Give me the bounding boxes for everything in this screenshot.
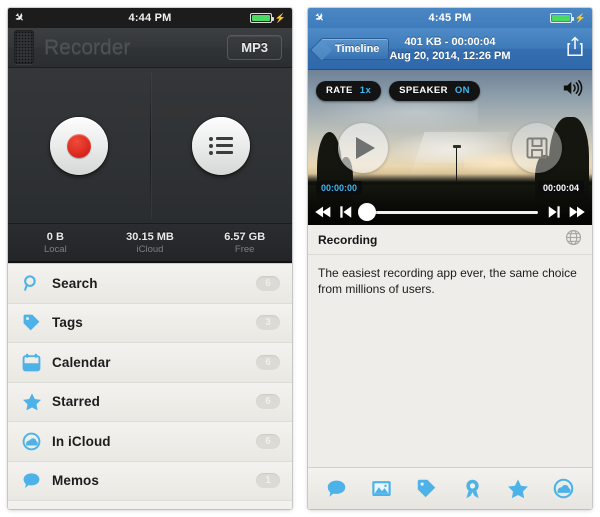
- list-item-label: Search: [52, 275, 98, 291]
- stat-label: Free: [234, 243, 255, 255]
- charging-bolt-icon: ⚡: [574, 12, 586, 23]
- time-labels: 00:00:00 00:00:04: [316, 181, 584, 195]
- record-button[interactable]: [50, 116, 108, 175]
- search-icon: [22, 274, 52, 293]
- list-item-memos[interactable]: Memos 1: [8, 461, 292, 501]
- recorder-header: Recorder MP3: [8, 28, 292, 68]
- calendar-icon: [22, 353, 52, 372]
- skip-forward-icon[interactable]: [568, 205, 586, 219]
- status-badge: 3: [256, 315, 280, 331]
- right-phone-panel: ✈ 4:45 PM ⚡ Timeline 401 KB - 00:00:04 A…: [300, 0, 600, 517]
- status-badge: 1: [256, 473, 280, 489]
- video-player[interactable]: RATE 1x SPEAKER ON 00:00:00 00:00:04: [308, 70, 592, 225]
- navigation-bar: Timeline 401 KB - 00:00:04 Aug 20, 2014,…: [308, 28, 592, 70]
- status-badge: 6: [256, 275, 280, 291]
- left-phone-panel: ✈ 4:44 PM ⚡ Recorder MP3 0 B Local 30.15…: [0, 0, 300, 517]
- page-title: Recorder: [44, 35, 131, 59]
- status-badge: 6: [256, 394, 280, 410]
- list-item-search[interactable]: Search 6: [8, 264, 292, 304]
- recorder-controls: [8, 68, 292, 223]
- rate-value: 1x: [359, 85, 372, 96]
- list-item-label: Starred: [52, 394, 100, 410]
- record-half: [8, 68, 150, 223]
- volume-icon[interactable]: [562, 78, 584, 103]
- stat-icloud: 30.15 MB iCloud: [103, 230, 198, 256]
- speaker-grille-icon: [14, 30, 34, 64]
- status-badge: 6: [256, 354, 280, 370]
- note-body: The easiest recording app ever, the same…: [318, 266, 577, 296]
- speaker-label: SPEAKER: [399, 85, 448, 96]
- stat-value: 6.57 GB: [224, 230, 266, 243]
- note-header: Recording: [308, 225, 592, 255]
- right-screen: ✈ 4:45 PM ⚡ Timeline 401 KB - 00:00:04 A…: [308, 8, 592, 509]
- tab-bar: [308, 467, 592, 509]
- list-half: [150, 68, 292, 223]
- list-button[interactable]: [192, 116, 250, 175]
- battery-icon: [549, 13, 574, 23]
- tag-icon: [22, 313, 52, 332]
- speaker-button[interactable]: SPEAKER ON: [389, 80, 480, 101]
- list-item-calendar[interactable]: Calendar 6: [8, 343, 292, 383]
- format-button[interactable]: MP3: [227, 35, 282, 60]
- list-item-label: In iCloud: [52, 433, 111, 449]
- list-item-photos[interactable]: Photos 6|131: [8, 501, 292, 509]
- star-icon: [22, 392, 52, 412]
- current-time: 00:00:00: [316, 181, 363, 195]
- stat-free: 6.57 GB Free: [197, 230, 292, 256]
- transport-controls: [314, 203, 586, 221]
- tab-photos[interactable]: [371, 478, 392, 499]
- playback-timeline: 00:00:00 00:00:04: [308, 179, 592, 225]
- note-title: Recording: [318, 232, 378, 247]
- stat-value: 30.15 MB: [126, 230, 174, 243]
- stat-label: Local: [43, 243, 67, 255]
- rate-button[interactable]: RATE 1x: [316, 80, 382, 101]
- cloud-icon: [22, 432, 52, 451]
- category-list: Search 6 Tags 3 Calendar 6 Starred 6 In …: [8, 263, 292, 509]
- right-status-bar: ✈ 4:45 PM ⚡: [308, 8, 592, 28]
- storage-stats: 0 B Local 30.15 MB iCloud 6.57 GB Free: [8, 223, 292, 263]
- list-icon: [209, 136, 233, 155]
- progress-slider[interactable]: [358, 203, 538, 221]
- status-badge: 6: [256, 433, 280, 449]
- list-item-label: Calendar: [52, 354, 111, 370]
- screenshot-stage: ✈ 4:44 PM ⚡ Recorder MP3 0 B Local 30.15…: [0, 0, 600, 517]
- status-right: ⚡: [249, 12, 286, 24]
- list-item-label: Memos: [52, 473, 100, 489]
- share-icon[interactable]: [566, 36, 584, 62]
- record-dot-icon: [67, 133, 91, 158]
- tab-memos[interactable]: [326, 478, 347, 499]
- play-triangle-icon: [356, 136, 375, 159]
- stat-value: 0 B: [46, 230, 64, 243]
- skip-back-icon[interactable]: [314, 205, 332, 219]
- step-back-icon[interactable]: [339, 205, 353, 219]
- battery-icon: [249, 13, 274, 23]
- slider-knob[interactable]: [358, 203, 376, 221]
- floppy-save-icon: [526, 137, 548, 158]
- speaker-value: ON: [454, 85, 470, 96]
- stat-local: 0 B Local: [8, 230, 103, 256]
- tab-icloud[interactable]: [553, 478, 574, 499]
- total-time: 00:00:04: [537, 181, 584, 195]
- tab-starred[interactable]: [507, 478, 529, 500]
- player-options: RATE 1x SPEAKER ON: [316, 78, 584, 103]
- list-item-in-icloud[interactable]: In iCloud 6: [8, 422, 292, 462]
- globe-icon[interactable]: [565, 229, 582, 251]
- note-section: Recording The easiest recording app ever…: [308, 225, 592, 467]
- charging-bolt-icon: ⚡: [274, 12, 286, 23]
- memo-icon: [22, 471, 52, 490]
- tab-tags[interactable]: [416, 478, 437, 499]
- list-item-tags[interactable]: Tags 3: [8, 303, 292, 343]
- list-item-starred[interactable]: Starred 6: [8, 382, 292, 422]
- left-status-bar: ✈ 4:44 PM ⚡: [8, 8, 292, 28]
- status-right: ⚡: [549, 12, 586, 24]
- play-button[interactable]: [338, 122, 388, 173]
- step-forward-icon[interactable]: [547, 205, 561, 219]
- rate-label: RATE: [326, 85, 353, 96]
- stat-label: iCloud: [136, 243, 164, 255]
- tab-badge[interactable]: [462, 478, 483, 499]
- left-screen: ✈ 4:44 PM ⚡ Recorder MP3 0 B Local 30.15…: [8, 8, 292, 509]
- list-item-label: Tags: [52, 315, 83, 331]
- save-button[interactable]: [512, 122, 562, 173]
- back-button[interactable]: Timeline: [320, 37, 390, 60]
